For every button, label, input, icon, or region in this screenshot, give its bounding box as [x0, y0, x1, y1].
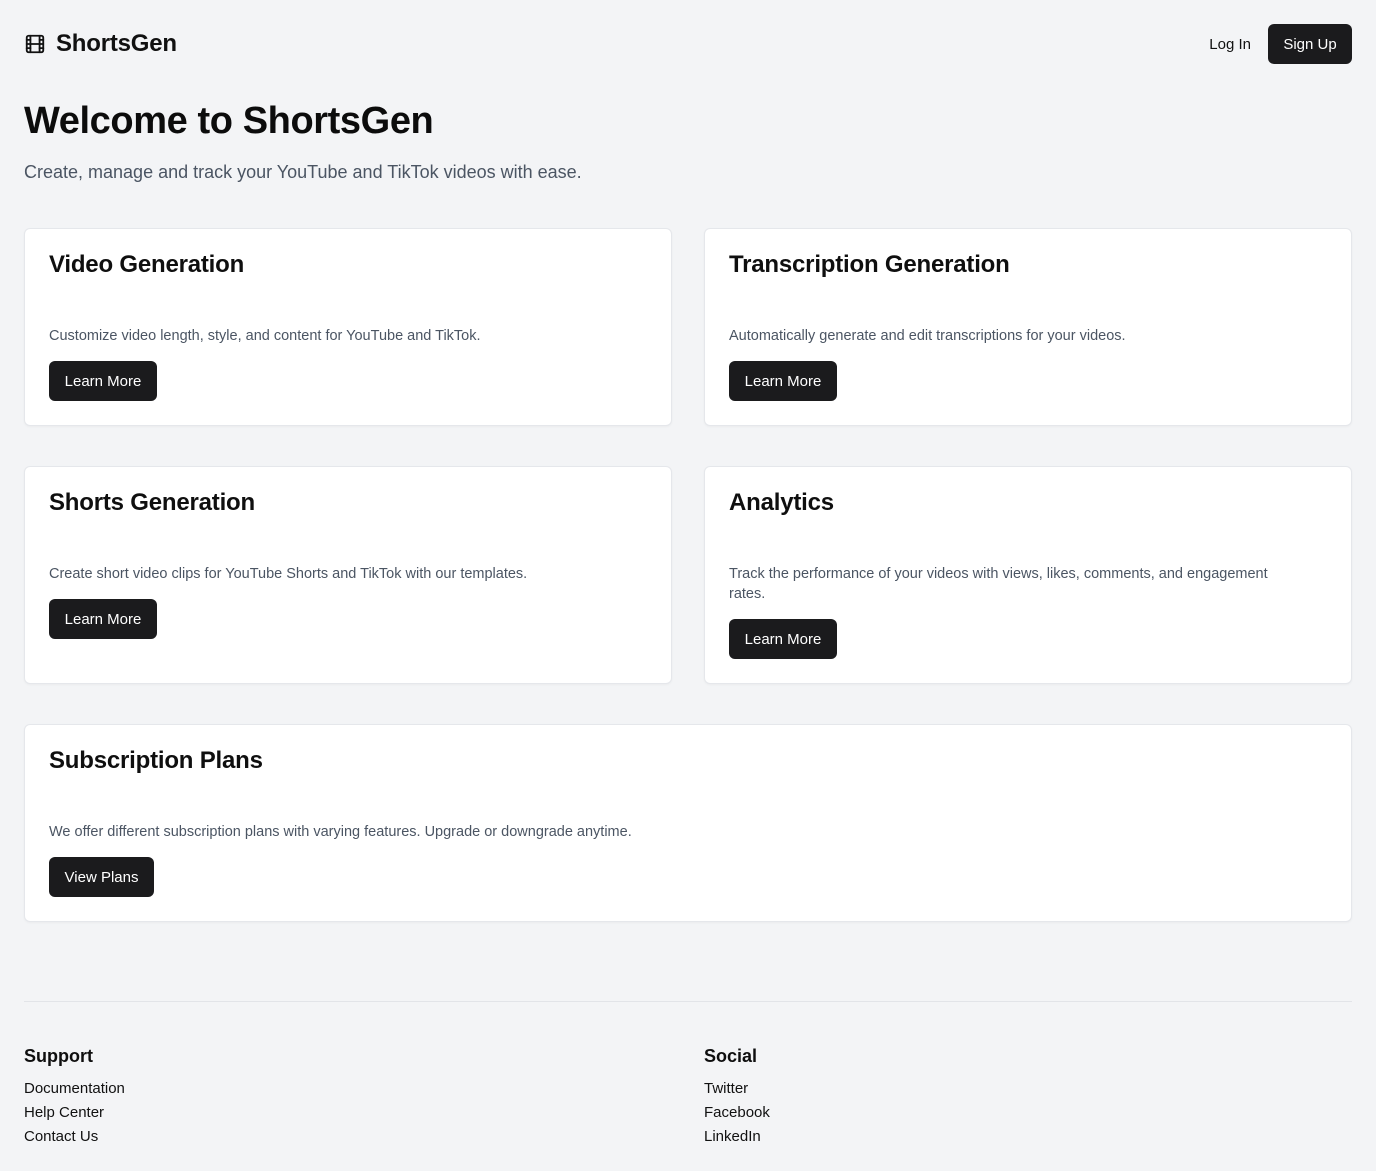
learn-more-button[interactable]: Learn More: [729, 619, 837, 659]
card-subscription-plans: Subscription Plans We offer different su…: [24, 724, 1352, 922]
card-analytics: Analytics Track the performance of your …: [704, 466, 1352, 684]
header-nav: Log In Sign Up: [1208, 24, 1352, 64]
footer-heading: Support: [24, 1046, 93, 1066]
card-title: Analytics: [729, 489, 834, 516]
footer-heading: Social: [704, 1046, 758, 1066]
footer-divider: [24, 1001, 1352, 1002]
card-description: Automatically generate and edit transcri…: [729, 328, 1126, 344]
card-description: Customize video length, style, and conte…: [49, 328, 481, 344]
card-description: We offer different subscription plans wi…: [49, 824, 632, 840]
site-header: ShortsGen Log In Sign Up: [24, 24, 1352, 64]
page: ShortsGen Log In Sign Up Welcome to Shor…: [0, 0, 1376, 1171]
footer-link-linkedin[interactable]: LinkedIn: [704, 1128, 761, 1145]
learn-more-button[interactable]: Learn More: [49, 599, 157, 639]
card-description: Create short video clips for YouTube Sho…: [49, 566, 528, 582]
card-title: Video Generation: [49, 251, 245, 278]
card-transcription-generation: Transcription Generation Automatically g…: [704, 228, 1352, 426]
footer-social: Social Twitter Facebook LinkedIn: [704, 1046, 770, 1149]
page-title: Welcome to ShortsGen: [24, 100, 434, 142]
learn-more-button[interactable]: Learn More: [729, 361, 837, 401]
card-title: Subscription Plans: [49, 747, 263, 774]
footer-link-documentation[interactable]: Documentation: [24, 1080, 125, 1097]
brand[interactable]: ShortsGen: [24, 30, 177, 58]
card-title: Shorts Generation: [49, 489, 255, 516]
page-subtitle: Create, manage and track your YouTube an…: [24, 162, 582, 182]
footer-link-contact-us[interactable]: Contact Us: [24, 1128, 98, 1145]
footer-link-twitter[interactable]: Twitter: [704, 1080, 748, 1097]
learn-more-button[interactable]: Learn More: [49, 361, 157, 401]
login-link[interactable]: Log In: [1208, 36, 1252, 53]
card-title: Transcription Generation: [729, 251, 1010, 278]
card-shorts-generation: Shorts Generation Create short video cli…: [24, 466, 672, 684]
card-description: Track the performance of your videos wit…: [729, 566, 1268, 602]
footer-support: Support Documentation Help Center Contac…: [24, 1046, 125, 1149]
film-icon: [24, 33, 46, 55]
footer-link-list: Documentation Help Center Contact Us: [24, 1077, 125, 1149]
footer-link-facebook[interactable]: Facebook: [704, 1104, 770, 1121]
brand-name: ShortsGen: [56, 30, 177, 57]
card-video-generation: Video Generation Customize video length,…: [24, 228, 672, 426]
signup-button[interactable]: Sign Up: [1268, 24, 1352, 64]
footer-link-list: Twitter Facebook LinkedIn: [704, 1077, 770, 1149]
footer-link-help-center[interactable]: Help Center: [24, 1104, 104, 1121]
view-plans-button[interactable]: View Plans: [49, 857, 154, 897]
